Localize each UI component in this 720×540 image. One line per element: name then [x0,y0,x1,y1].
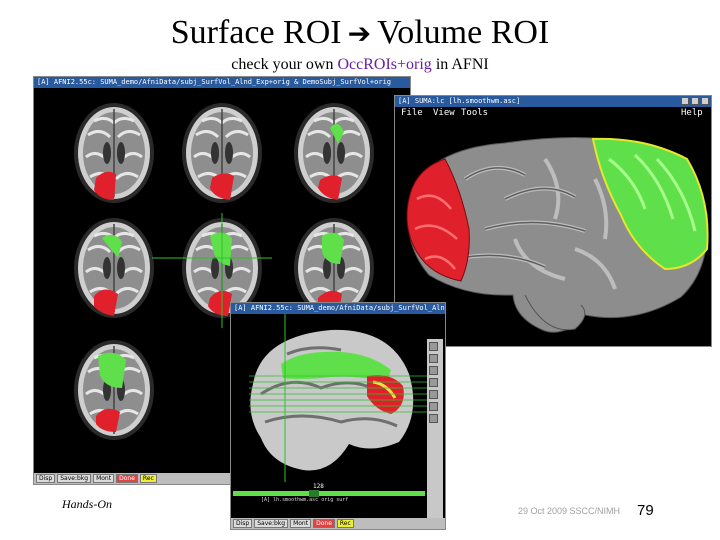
zoom-out-icon[interactable] [429,354,438,363]
brightness-icon[interactable] [429,402,438,411]
page-number: 79 [637,502,654,519]
rec-button[interactable]: Rec [336,519,354,528]
minimize-icon[interactable] [681,97,689,105]
menu-tools[interactable]: Tools [461,107,488,119]
afni-sagittal-sidebar [427,339,443,519]
disp-button[interactable]: Disp [233,519,253,528]
brain-slice-icon [72,101,156,205]
crop-icon[interactable] [429,378,438,387]
slider-value: 128 [313,483,324,490]
slice-slider-area: 128 [A] lh.smoothwm.asc orig surf [231,483,427,503]
mont-button[interactable]: Mont [290,519,312,528]
brain-slice-icon [72,216,156,320]
subtitle-post: in AFNI [431,56,489,73]
subtitle-highlight: OccROIs+orig [337,56,432,73]
title-right: Volume ROI [377,14,550,51]
mont-button[interactable]: Mont [93,474,115,483]
footer-date: 29 Oct 2009 SSCC/NIMH [518,506,621,516]
done-button[interactable]: Done [313,519,335,528]
afni-sagittal-window[interactable]: [A] AFNI2.55c: SUMA_demo/AfniData/subj_S… [230,302,446,530]
rec-button[interactable]: Rec [139,474,157,483]
close-icon[interactable] [701,97,709,105]
brain-slice-icon [72,338,156,442]
suma-menubar: File View Tools Help [395,107,711,119]
title-left: Surface ROI [170,14,342,51]
contrast-icon[interactable] [429,414,438,423]
brain-slice-icon [292,101,376,205]
zoom-in-icon[interactable] [429,342,438,351]
done-button[interactable]: Done [116,474,138,483]
menu-view[interactable]: View [433,107,455,119]
save-button[interactable]: Save:bkg [57,474,92,483]
afni-axial-titlebar[interactable]: [A] AFNI2.55c: SUMA_demo/AfniData/subj_S… [34,77,410,88]
slice-slider-thumb[interactable] [309,490,319,497]
afni-sagittal-titlebar[interactable]: [A] AFNI2.55c: SUMA_demo/AfniData/subj_S… [231,303,445,314]
footer-hands-on: Hands-On [62,497,112,511]
sagittal-slice-icon[interactable] [231,314,427,482]
slice-slider[interactable] [233,491,425,496]
subtitle-pre: check your own [231,56,338,73]
slide-subtitle: check your own OccROIs+orig in AFNI [0,56,720,74]
slide-title: Surface ROI ➔ Volume ROI [0,14,720,52]
menu-help[interactable]: Help [681,107,703,119]
maximize-icon[interactable] [691,97,699,105]
menu-file[interactable]: File [401,107,423,119]
afni-sagittal-title: [A] AFNI2.55c: SUMA_demo/AfniData/subj_S… [234,304,445,312]
afni-axial-title: [A] AFNI2.55c: SUMA_demo/AfniData/subj_S… [37,78,392,86]
disp-button[interactable]: Disp [36,474,56,483]
afni-sagittal-buttonbar: Disp Save:bkg Mont Done Rec [231,518,445,529]
pan-icon[interactable] [429,366,438,375]
suma-title: [A] SUMA:lc [lh.smoothwm.asc] [398,97,521,105]
save-button[interactable]: Save:bkg [254,519,289,528]
status-text: [A] lh.smoothwm.asc orig surf [261,497,349,503]
arrow-right-icon: ➔ [347,17,372,50]
brain-slice-icon [180,101,264,205]
color-icon[interactable] [429,390,438,399]
suma-titlebar[interactable]: [A] SUMA:lc [lh.smoothwm.asc] [395,96,711,107]
